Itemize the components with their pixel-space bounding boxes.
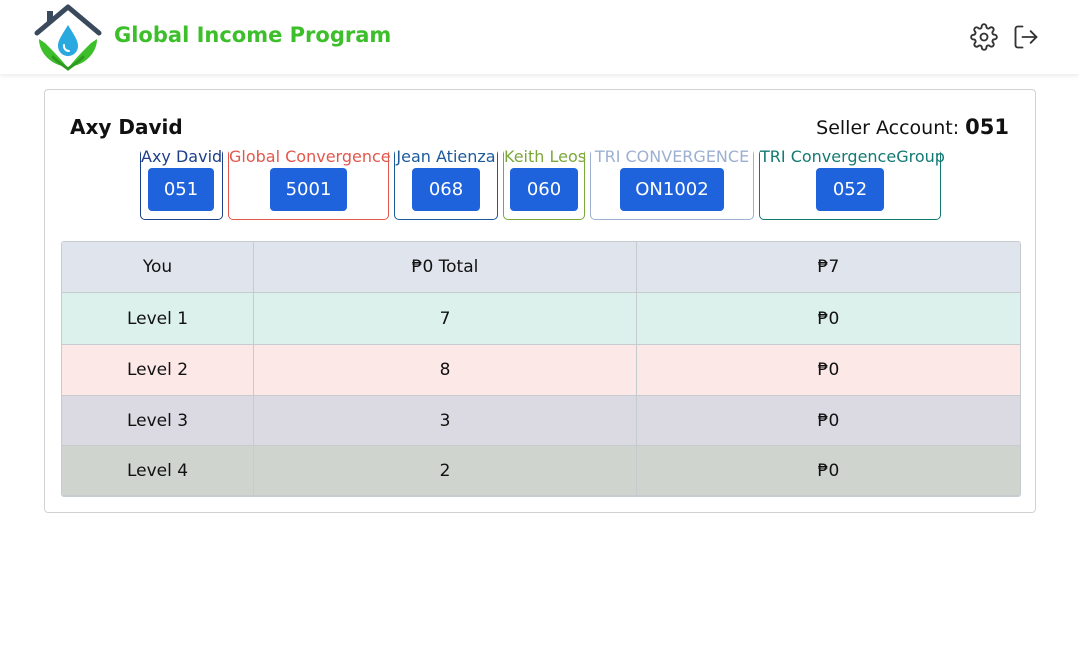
amount-cell: ₱0: [817, 360, 840, 380]
earnings-table: You ₱0 Total ₱7 Level 1 7 ₱0 Level 2 8 ₱…: [61, 241, 1021, 497]
account-code-button[interactable]: 068: [412, 168, 480, 211]
count-cell: 7: [254, 293, 637, 344]
amount-cell: ₱0: [817, 410, 840, 431]
level-cell: You: [62, 242, 254, 292]
count-cell: 8: [254, 345, 637, 395]
account-group: TRI CONVERGENCE ON1002: [590, 148, 754, 220]
account-group: Jean Atienza 068: [394, 147, 498, 220]
seller-account-number: 051: [965, 115, 1009, 139]
account-group: Keith Leos 060: [503, 147, 587, 220]
amount-cell: ₱7: [817, 257, 840, 277]
level-cell: Level 4: [62, 446, 254, 495]
account-code-button[interactable]: 5001: [270, 168, 347, 211]
count-cell: ₱0 Total: [254, 242, 637, 292]
level-cell: Level 1: [62, 293, 254, 344]
account-group: TRI ConvergenceGroup 052: [759, 147, 945, 220]
table-row: Level 1 7 ₱0: [62, 293, 1020, 345]
amount-cell: ₱0: [817, 460, 840, 481]
account-group-label: Keith Leos: [504, 147, 587, 166]
account-group-label: Axy David: [141, 147, 223, 166]
account-group-label: Global Convergence: [229, 147, 391, 166]
account-group-label: Jean Atienza: [395, 147, 497, 166]
amount-cell: ₱0: [817, 308, 840, 329]
top-bar: Global Income Program: [0, 0, 1079, 74]
house-drop-logo: [34, 4, 102, 71]
table-row: Level 3 3 ₱0: [62, 396, 1020, 446]
count-cell: 3: [254, 396, 637, 445]
account-group: Axy David 051: [140, 147, 223, 220]
account-group: Global Convergence 5001: [228, 147, 391, 220]
account-code-button[interactable]: 051: [148, 168, 214, 211]
account-code-button[interactable]: 060: [510, 168, 578, 211]
gear-icon[interactable]: [970, 23, 998, 51]
table-row: Level 4 2 ₱0: [62, 446, 1020, 496]
account-code-button[interactable]: ON1002: [620, 168, 724, 211]
level-cell: Level 2: [62, 345, 254, 395]
table-row: You ₱0 Total ₱7: [62, 242, 1020, 293]
logout-icon[interactable]: [1012, 23, 1040, 51]
account-code-button[interactable]: 052: [816, 168, 884, 211]
brand-title: Global Income Program: [114, 23, 392, 47]
account-group-label: TRI CONVERGENCE: [591, 148, 753, 166]
seller-account: Seller Account: 051: [816, 115, 1009, 139]
seller-account-label: Seller Account:: [816, 117, 960, 139]
table-row: Level 2 8 ₱0: [62, 345, 1020, 396]
user-name: Axy David: [70, 115, 183, 139]
account-group-label: TRI ConvergenceGroup: [760, 147, 945, 166]
count-cell: 2: [254, 446, 637, 495]
level-cell: Level 3: [62, 396, 254, 445]
account-summary-card: Axy David Seller Account: 051 Axy David …: [44, 89, 1036, 513]
